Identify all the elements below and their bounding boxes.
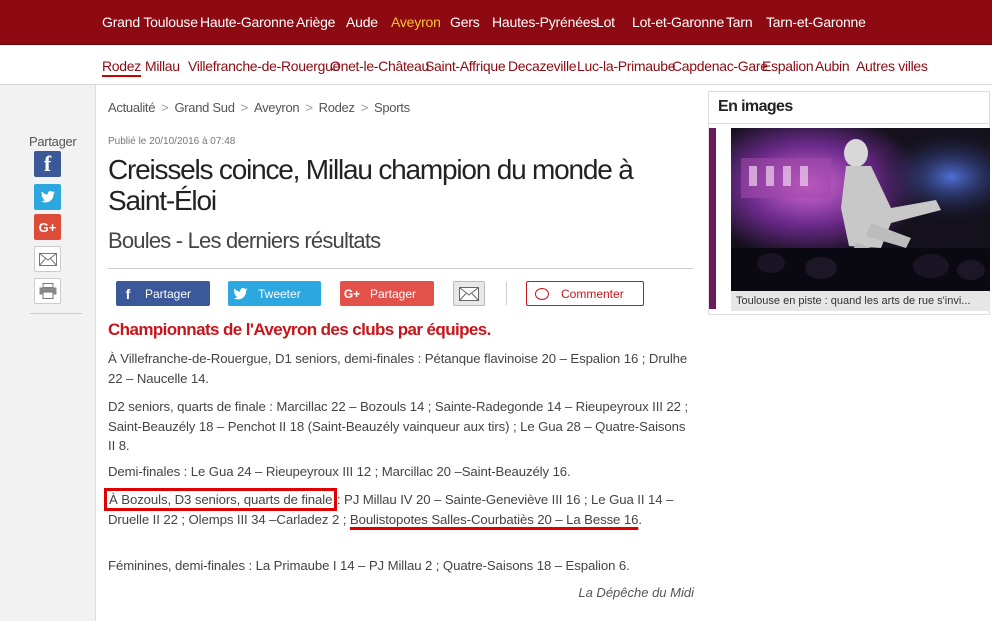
mail-icon (459, 286, 479, 301)
subnav-item-espalion[interactable]: Espalion (762, 58, 814, 74)
topnav-item-aveyron[interactable]: Aveyron (391, 14, 441, 30)
breadcrumb-aveyron[interactable]: Aveyron (254, 100, 300, 115)
article-source: La Dépêche du Midi (578, 585, 694, 600)
email-share-button[interactable] (453, 281, 485, 306)
subnav-item-autres-villes[interactable]: Autres villes (856, 58, 928, 74)
comment-button[interactable]: Commenter (526, 281, 644, 306)
breadcrumb-separator: > (360, 100, 369, 115)
top-navigation: Grand Toulouse Haute-Garonne Ariège Aude… (0, 0, 992, 45)
google-plus-icon[interactable]: G+ (34, 214, 61, 240)
subnav-item-rodez[interactable]: Rodez (102, 58, 141, 77)
facebook-icon: f (125, 285, 131, 302)
subnav-item-millau[interactable]: Millau (145, 58, 180, 74)
gallery-prev-thumbnail[interactable] (709, 128, 716, 309)
breadcrumb-grand-sud[interactable]: Grand Sud (174, 100, 234, 115)
en-images-divider (709, 123, 989, 124)
en-images-title: En images (718, 98, 793, 115)
topnav-item-gers[interactable]: Gers (450, 14, 480, 30)
print-icon[interactable] (34, 278, 61, 304)
breadcrumb-actualite[interactable]: Actualité (108, 100, 155, 115)
subnav-item-aubin[interactable]: Aubin (815, 58, 850, 74)
breadcrumb-separator: > (161, 100, 169, 115)
comment-bubble-icon (535, 287, 549, 300)
article-title: Creissels coince, Millau champion du mon… (108, 154, 634, 216)
topnav-item-haute-garonne[interactable]: Haute-Garonne (200, 14, 294, 30)
article-paragraph: Féminines, demi-finales : La Primaube I … (108, 558, 630, 573)
article-paragraph: D2 seniors, quarts de finale : Marcillac… (108, 399, 689, 453)
article-paragraph: À Villefranche-de-Rouergue, D1 seniors, … (108, 351, 688, 386)
paragraph-text-end: . (638, 511, 642, 527)
google-plus-share-label: Partager (370, 286, 417, 301)
topnav-item-tarn[interactable]: Tarn (726, 14, 753, 30)
facebook-share-label: Partager (145, 286, 192, 301)
city-navigation: Rodez Millau Villefranche-de-Rouergue On… (0, 45, 992, 85)
gallery-photo[interactable] (731, 128, 990, 291)
twitter-share-button[interactable]: Tweeter (228, 281, 321, 306)
share-label: Partager (29, 134, 77, 149)
mail-icon[interactable] (34, 246, 61, 272)
topnav-item-grand-toulouse[interactable]: Grand Toulouse (102, 14, 198, 30)
en-images-widget: En images Toulouse en piste: quand les … (708, 91, 990, 315)
share-buttons-divider (506, 282, 507, 305)
google-plus-icon: G+ (343, 286, 361, 301)
twitter-icon[interactable] (34, 184, 61, 210)
article-subtitle: Boules - Les derniers résultats (108, 228, 381, 253)
topnav-item-lot-et-garonne[interactable]: Lot-et-Garonne (632, 14, 724, 30)
breadcrumb-separator: > (240, 100, 249, 115)
topnav-item-hautes-pyrenees[interactable]: Hautes-Pyrénées (492, 14, 597, 30)
google-plus-share-button[interactable]: G+ Partager (340, 281, 434, 306)
facebook-share-button[interactable]: f Partager (116, 281, 210, 306)
subnav-item-villefranche[interactable]: Villefranche-de-Rouergue (188, 58, 340, 74)
comment-button-label: Commenter (561, 286, 624, 301)
breadcrumb-sports[interactable]: Sports (374, 100, 410, 115)
breadcrumb-rodez[interactable]: Rodez (319, 100, 355, 115)
article-paragraph: Demi-finales : Le Gua 24 – Rieupeyroux I… (108, 464, 571, 479)
gallery-caption[interactable]: Toulouse en piste : quand les arts de ru… (731, 291, 990, 311)
twitter-share-label: Tweeter (258, 286, 301, 301)
facebook-icon[interactable]: f (34, 151, 61, 177)
topnav-item-tarn-et-garonne[interactable]: Tarn-et-Garonne (766, 14, 866, 30)
subnav-item-capdenac[interactable]: Capdenac-Gare (672, 58, 768, 74)
subnav-item-saint-affrique[interactable]: Saint-Affrique (425, 58, 506, 74)
subnav-item-decazeville[interactable]: Decazeville (508, 58, 577, 74)
header-divider (108, 268, 693, 269)
topnav-item-ariege[interactable]: Ariège (296, 14, 335, 30)
publish-date: Publié le 20/10/2016 à 07:48 (108, 136, 236, 147)
topnav-item-lot[interactable]: Lot (596, 14, 615, 30)
share-sidebar: Partager f G+ (0, 85, 96, 621)
section-title: Championnats de l'Aveyron des clubs par … (108, 320, 491, 339)
twitter-icon (228, 287, 252, 300)
article-paragraph-highlighted: À Bozouls, D3 seniors, quarts de finale … (103, 488, 694, 529)
subnav-item-onet[interactable]: Onet-le-Château (330, 58, 429, 74)
breadcrumb-separator: > (305, 100, 313, 115)
boxed-text-annotation: À Bozouls, D3 seniors, quarts de finale (103, 488, 338, 511)
underlined-text-annotation: Boulistopotes Salles-Courbatiès 20 – La … (349, 511, 639, 527)
subnav-item-luc-la-primaube[interactable]: Luc-la-Primaube (577, 58, 676, 74)
topnav-item-aude[interactable]: Aude (346, 14, 378, 30)
share-divider (30, 313, 82, 314)
breadcrumb: Actualité > Grand Sud > Aveyron > Rodez > Sports (108, 100, 410, 115)
